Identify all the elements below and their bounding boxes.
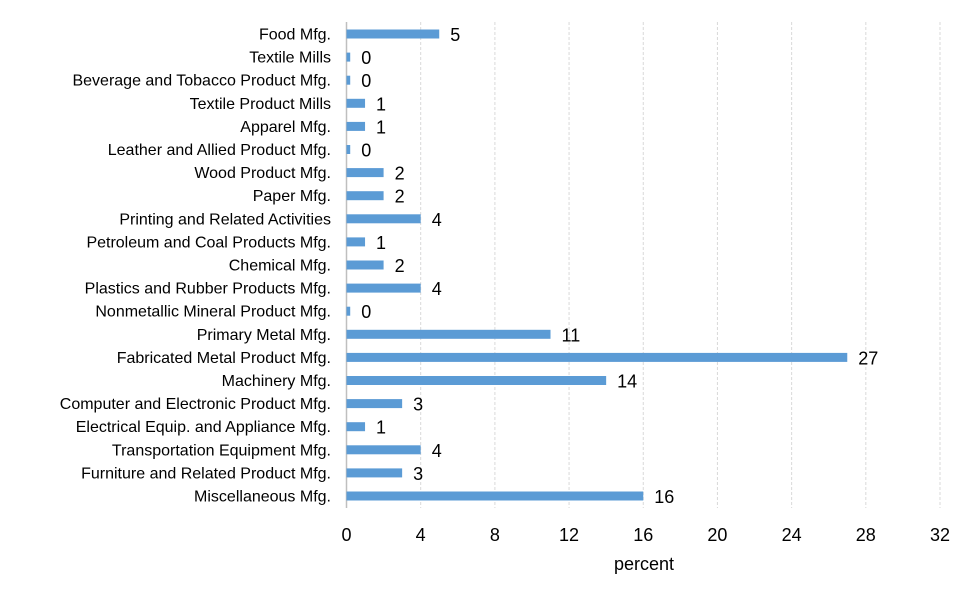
bar [346,52,351,62]
x-tick-label: 0 [341,525,351,545]
x-tick-label: 16 [633,525,653,545]
bar [346,145,351,154]
category-label: Plastics and Rubber Products Mfg. [85,281,331,298]
data-label: 4 [432,441,442,461]
category-label: Computer and Electronic Product Mfg. [60,396,331,413]
category-label: Machinery Mfg. [222,373,331,390]
bar [346,75,351,85]
bar [346,376,607,385]
data-label: 1 [376,418,386,438]
data-label: 16 [654,487,674,507]
category-label: Furniture and Related Product Mfg. [81,465,331,482]
category-label: Beverage and Tobacco Product Mfg. [72,73,331,90]
data-label: 2 [395,164,405,184]
bar [346,399,403,409]
category-label: Food Mfg. [259,27,331,44]
bar [346,237,366,247]
category-label: Wood Product Mfg. [194,165,331,182]
x-tick-label: 12 [559,525,579,545]
bars [346,29,848,501]
x-tick-label: 4 [416,525,426,545]
category-label: Textile Product Mills [190,96,331,113]
category-label: Petroleum and Coal Products Mfg. [86,234,331,251]
category-label: Miscellaneous Mfg. [194,489,331,506]
data-label: 0 [361,71,371,91]
data-label: 27 [858,348,878,368]
x-tick-label: 28 [856,525,876,545]
category-label: Fabricated Metal Product Mfg. [117,350,331,367]
bar-chart: Food Mfg. Textile Mills Beverage and Tobac… [60,22,950,574]
data-label: 4 [432,210,442,230]
bar [346,283,421,293]
data-label: 11 [562,325,581,345]
x-tick-label: 8 [490,525,500,545]
gridlines [420,22,941,508]
x-tick-label: 20 [707,525,727,545]
bar [346,352,848,362]
bar [346,168,384,178]
category-label: Nonmetallic Mineral Product Mfg. [95,304,331,321]
bar [346,445,421,455]
data-label: 0 [361,141,371,161]
category-label: Printing and Related Activities [119,211,331,228]
data-label: 2 [395,187,405,207]
category-label: Electrical Equip. and Appliance Mfg. [76,419,331,436]
bar [346,191,384,201]
category-label: Textile Mills [249,50,331,67]
bar [346,260,384,270]
bar [346,98,366,108]
bar [346,422,366,432]
bar [346,121,366,131]
bar [346,491,644,501]
data-label: 5 [450,25,460,45]
category-label: Leather and Allied Product Mfg. [108,142,331,159]
bar [346,329,551,339]
data-label: 1 [376,117,386,137]
x-tick-label: 32 [930,525,950,545]
bar [346,29,440,39]
data-label: 14 [617,372,637,392]
category-label: Chemical Mfg. [229,258,331,275]
data-labels: 5001102241240112714314316 [361,25,878,507]
data-label: 2 [395,256,405,276]
data-label: 0 [361,302,371,322]
category-label: Apparel Mfg. [240,119,331,136]
category-label: Paper Mfg. [253,188,331,205]
data-label: 0 [361,48,371,68]
data-label: 4 [432,279,442,299]
category-label: Primary Metal Mfg. [197,327,331,344]
category-label: Transportation Equipment Mfg. [112,442,331,459]
bar [346,468,403,478]
data-label: 1 [376,233,386,253]
x-axis-title: percent [614,554,674,574]
x-tick-label: 24 [782,525,802,545]
category-labels: Food Mfg. Textile Mills Beverage and Tobac… [60,27,331,506]
x-tick-labels: 0 4 8 12 16 20 24 28 32 [341,525,950,545]
bar [346,306,351,316]
bar [346,214,421,224]
data-label: 3 [413,464,423,484]
data-label: 3 [413,395,423,415]
data-label: 1 [376,94,386,114]
